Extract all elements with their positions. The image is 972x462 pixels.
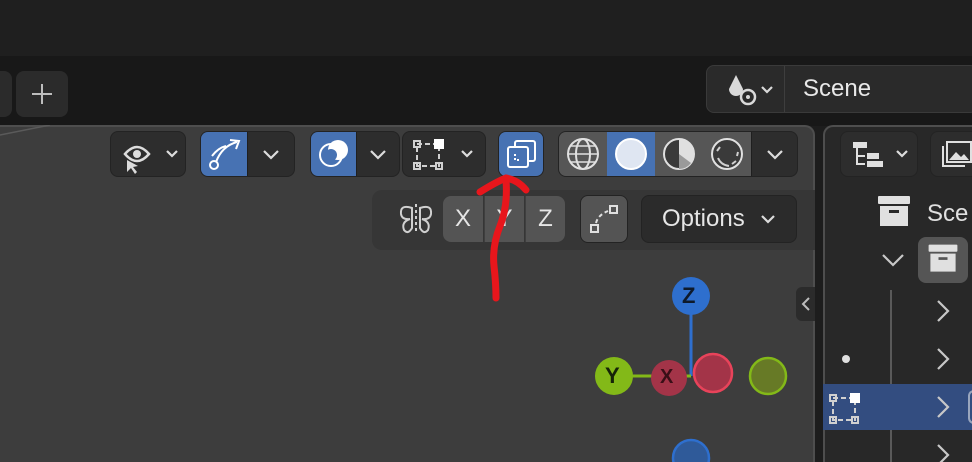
chevron-right-icon[interactable]	[933, 345, 953, 373]
scene-type-dropdown[interactable]	[707, 66, 785, 112]
chevron-right-icon[interactable]	[933, 297, 953, 325]
sidebar-toggle[interactable]	[796, 287, 815, 321]
outliner-row[interactable]	[823, 288, 972, 334]
selectability-visibility-dropdown[interactable]	[110, 131, 186, 177]
chevron-down-icon	[262, 150, 279, 160]
overlay-toggle[interactable]	[311, 132, 357, 176]
outliner-filter-button[interactable]	[930, 131, 972, 177]
gizmo-toggle-group[interactable]	[200, 131, 295, 177]
outliner-tree-icon	[853, 142, 908, 167]
outliner-row[interactable]	[823, 336, 972, 382]
mirror-butterfly-icon[interactable]	[396, 198, 438, 240]
gizmo-x-label: X	[660, 366, 674, 388]
chevron-down-icon	[370, 150, 387, 160]
options-dropdown[interactable]: Options	[641, 195, 797, 243]
chevron-right-icon[interactable]	[933, 393, 953, 421]
chevron-right-icon[interactable]	[933, 441, 953, 462]
gizmo-dropdown[interactable]	[246, 132, 295, 176]
collection-box-icon	[928, 244, 958, 272]
shading-wireframe-button[interactable]	[559, 132, 607, 176]
auto-merge-icon	[590, 205, 618, 233]
material-preview-icon	[663, 138, 695, 170]
eye-pointer-icon	[123, 145, 178, 174]
mesh-edit-icon	[829, 393, 860, 424]
gizmo-toggle[interactable]	[201, 132, 247, 176]
z-negative-handle	[671, 438, 711, 462]
chevron-down-icon[interactable]	[878, 250, 908, 272]
viewport-corner-line	[0, 125, 51, 136]
chevron-left-icon	[801, 297, 810, 311]
x-positive-handle	[692, 352, 734, 394]
overlay-dropdown[interactable]	[356, 132, 399, 176]
shading-solid-button[interactable]	[607, 132, 655, 176]
outliner-row-selected[interactable]	[823, 384, 972, 430]
outliner-row[interactable]	[823, 432, 972, 462]
outliner-display-mode[interactable]	[840, 131, 918, 177]
outliner-scene-label[interactable]: Sce	[927, 200, 968, 228]
wireframe-sphere-icon	[567, 138, 599, 170]
shading-dropdown[interactable]	[751, 132, 797, 176]
shading-material-button[interactable]	[655, 132, 703, 176]
workspace-tab-partial[interactable]	[0, 71, 12, 117]
row-item-partial	[968, 390, 972, 424]
gizmo-y-label: Y	[605, 363, 620, 388]
blender-window: Scene X Y Z Options Z Y X Sce	[0, 0, 972, 462]
scene-collection-row[interactable]	[918, 237, 968, 283]
add-workspace-button[interactable]	[16, 71, 68, 117]
transform-gizmo-icon	[208, 139, 241, 170]
overlay-toggle-group[interactable]	[310, 131, 400, 177]
chevron-down-icon	[760, 215, 775, 224]
top-bar	[0, 0, 972, 56]
selectability-button[interactable]	[111, 132, 185, 176]
gizmo-z-label: Z	[682, 283, 696, 308]
rendered-sphere-icon	[711, 138, 743, 170]
image-stack-icon	[942, 141, 972, 167]
solid-sphere-icon	[615, 138, 647, 170]
scene-selector[interactable]: Scene	[706, 65, 972, 113]
plus-icon	[32, 84, 52, 104]
chevron-down-icon	[766, 150, 783, 160]
scene-data-icon	[728, 75, 773, 106]
y-negative-handle	[748, 356, 788, 396]
shading-mode-group[interactable]	[558, 131, 798, 177]
shading-rendered-button[interactable]	[703, 132, 751, 176]
options-label: Options	[662, 205, 745, 232]
dot-icon	[842, 355, 850, 363]
auto-merge-button[interactable]	[580, 195, 628, 243]
overlay-icon	[318, 140, 348, 167]
scene-name[interactable]: Scene	[803, 75, 871, 103]
collection-box-icon	[878, 196, 910, 226]
annotation-arrow	[476, 174, 530, 302]
